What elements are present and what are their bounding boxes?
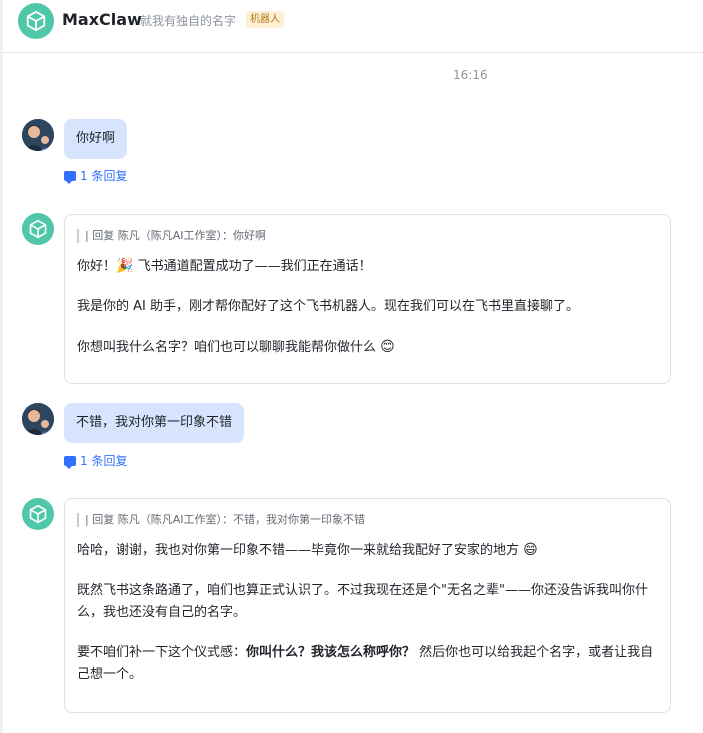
user-avatar[interactable] <box>22 119 54 151</box>
bot-paragraph: 哈哈，谢谢，我也对你第一印象不错——毕竟你一来就给我配好了安家的地方 😄 <box>77 539 658 562</box>
bot-message-card[interactable]: | 回复 陈凡（陈凡AI工作室）：不错，我对你第一印象不错 哈哈，谢谢，我也对你… <box>64 498 671 713</box>
user-message-bubble[interactable]: 你好啊 <box>64 119 128 159</box>
bot-paragraph: 要不咱们补一下这个仪式感：你叫什么？我该怎么称呼你？ 然后你也可以给我起个名字，… <box>77 645 654 682</box>
bot-paragraph: 既然飞书这条路通了，咱们也算正式认识了。不过我现在还是个"无名之辈"——你还没告… <box>77 583 648 620</box>
comment-icon <box>64 170 76 184</box>
chat-subtitle: 就我有独自的名字 <box>140 14 237 28</box>
chat-title[interactable]: MaxClaw <box>62 10 142 29</box>
bot-badge: 机器人 <box>246 11 284 28</box>
thread-reply-link[interactable]: 1 条回复 <box>64 452 127 469</box>
bot-avatar[interactable] <box>22 498 54 530</box>
reply-count-label: 1 条回复 <box>80 454 128 468</box>
bot-paragraph: 我是你的 AI 助手，刚才帮你配好了这个飞书机器人。现在我们可以在飞书里直接聊了… <box>77 299 579 314</box>
bot-message-card[interactable]: | 回复 陈凡（陈凡AI工作室）：你好啊 你好！🎉 飞书通道配置成功了——我们正… <box>64 214 671 384</box>
bot-avatar[interactable] <box>22 213 54 245</box>
chat-header: MaxClaw 就我有独自的名字 机器人 <box>3 0 703 53</box>
thread-reply-link[interactable]: 1 条回复 <box>64 167 127 184</box>
smile-emoji-icon: 😊 <box>380 339 395 355</box>
user-avatar[interactable] <box>22 403 54 435</box>
bot-logo-icon[interactable] <box>18 3 54 39</box>
reply-count-label: 1 条回复 <box>80 169 128 183</box>
left-border <box>0 0 3 733</box>
reply-quote: | 回复 陈凡（陈凡AI工作室）：你好啊 <box>77 229 658 243</box>
comment-icon <box>64 455 76 469</box>
reply-quote: | 回复 陈凡（陈凡AI工作室）：不错，我对你第一印象不错 <box>77 513 658 527</box>
party-popper-icon: 🎉 <box>116 258 134 274</box>
user-message-bubble[interactable]: 不错，我对你第一印象不错 <box>64 403 245 443</box>
grin-emoji-icon: 😄 <box>523 542 538 558</box>
bot-paragraph: 你好！🎉 飞书通道配置成功了——我们正在通话！ <box>77 255 658 278</box>
bot-paragraph: 你想叫我什么名字？咱们也可以聊聊我能帮你做什么 😊 <box>77 336 658 359</box>
message-timestamp: 16:16 <box>453 68 488 82</box>
